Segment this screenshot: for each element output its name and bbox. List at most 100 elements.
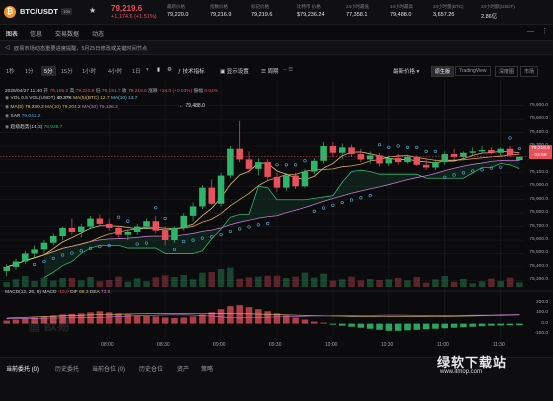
tab-position-history[interactable]: 历史仓位 [139,364,163,373]
candle-body [516,156,523,161]
supertrend-area [43,160,520,278]
candle-body [12,261,20,267]
macd-bar [366,323,374,329]
candle-body [115,227,122,235]
sar-dot [256,223,260,227]
volume-bar [497,281,504,287]
volume-bar [413,277,421,287]
stat-24h-low: 24小时最低 77,358.1 [346,4,370,18]
candle-body [301,171,309,187]
candlestick-chart[interactable] [0,80,553,355]
macd-bar [329,323,337,325]
volume-bar [96,281,104,287]
timeframe-1s[interactable]: 1秒 [6,67,15,75]
sar-dot [480,168,484,172]
sar-dot [228,229,232,234]
candle-body [311,160,318,172]
view-depth[interactable]: 深度图 [495,66,519,77]
macd-bar [422,323,430,330]
tab-assets[interactable]: 资产 [177,364,189,373]
volume-bar [217,269,225,287]
volume-bar [348,276,355,287]
more-icon[interactable]: ⋮ [541,27,548,35]
minimize-icon[interactable]: — [527,28,534,35]
view-tradingview[interactable]: TradingView [455,66,491,76]
supertrend-line [43,163,520,278]
volume-bar [124,281,132,287]
sar-dot [508,136,512,140]
candle-body [96,218,104,224]
indicators-button[interactable]: ƒ 技术指标 [178,67,205,75]
price-tick-label: 78,600.0 [529,237,548,243]
price-type-select[interactable]: 最新价格 ▾ [393,67,419,75]
candle-body [413,156,421,165]
btc-coin-icon: ₿ [4,6,16,18]
high-marker-label: ← 79,488.0 [179,103,205,109]
tab-order-history[interactable]: 历史委托 [55,364,79,373]
volume-bar [422,282,430,287]
layout-control[interactable]: -- ☰ [283,67,293,73]
timeframe-1m[interactable]: 1分 [25,67,34,75]
stat-last: 最新价格 79,220.0 [167,4,189,18]
macd-bar [255,309,262,324]
notice-text[interactable]: 欧易市场动态重要进度提醒，5月25日修改或关键时间节点 [14,45,147,52]
timeframe-4h[interactable]: 4小时 [108,67,122,75]
volume-bar [143,281,150,287]
macd-bar [516,323,523,326]
candle-body [478,150,486,152]
tab-trade-data[interactable]: 交易数据 [55,29,79,38]
candle-body [460,152,467,157]
sar-dot [415,145,419,149]
macd-bar [376,323,383,330]
timeframe-1d[interactable]: 1日 [132,67,141,75]
display-settings-button[interactable]: ▣ 显示设置 [220,67,249,75]
leverage-badge[interactable]: 10x [61,8,73,15]
volume-bar [105,280,113,287]
volume-bar [245,277,253,287]
time-tick-label: 11:00 [436,342,449,348]
volume-bar [450,281,458,287]
macd-bar [208,312,215,324]
macd-tick-label: 200.0 [535,300,548,306]
view-market[interactable]: 市场 [520,66,539,77]
tab-open-orders[interactable]: 当前委托 (0) [6,364,39,373]
time-tick-label: 10:00 [324,342,338,348]
stat-24h-high: 24小时最高 79,488.0 [390,4,414,18]
candle-type-icon[interactable]: ▮ [157,67,160,73]
macd-bar [432,323,439,329]
sar-dot [247,225,251,229]
view-native[interactable]: 原生版 [431,66,455,77]
notice-bar: ◁ 欧易市场动态重要进度提醒，5月25日修改或关键时间节点 [0,41,553,55]
macd-bar [469,323,476,327]
chart-settings-icon[interactable]: ⚙ [167,67,172,73]
candle-body [497,148,504,153]
volume-bar [180,275,188,287]
chevron-down-icon[interactable]: ▾ [146,67,149,73]
timeframe-15m[interactable]: 15分 [61,67,73,75]
sar-dot [377,143,382,147]
volume-bar [171,277,178,287]
tab-info[interactable]: 信息 [30,29,42,38]
timeframe-5m[interactable]: 5分 [41,66,56,76]
macd-bar [497,323,504,326]
candle-body [338,147,346,153]
tab-news[interactable]: 动态 [92,29,104,38]
sar-dot [284,163,288,167]
period-button[interactable]: ☰ 周期 [261,67,278,75]
timeframe-1h[interactable]: 1小时 [82,67,96,75]
favorite-star-icon[interactable]: ★ [89,6,96,15]
price-tick-label: 78,700.0 [529,223,548,229]
sar-dot [294,163,298,167]
candle-body [124,231,132,235]
candle-body [264,162,271,177]
macd-bar [357,323,365,328]
macd-bar [152,316,160,324]
pair-selector[interactable]: BTC/USDT [20,7,58,16]
eye-icon[interactable]: ◉ [5,96,9,101]
chart-toolbar: 1秒 1分 5分 15分 1小时 4小时 1日 ▾ ▮ ⚙ ƒ 技术指标 ▣ 显… [0,64,553,77]
sar-dot [368,194,372,198]
tab-positions[interactable]: 当前仓位 (0) [92,364,125,373]
tab-chart[interactable]: 图表 [6,29,19,42]
tab-strategy[interactable]: 策略 [201,364,213,373]
current-price-tag: 79,219.6 02:59 [529,145,552,159]
